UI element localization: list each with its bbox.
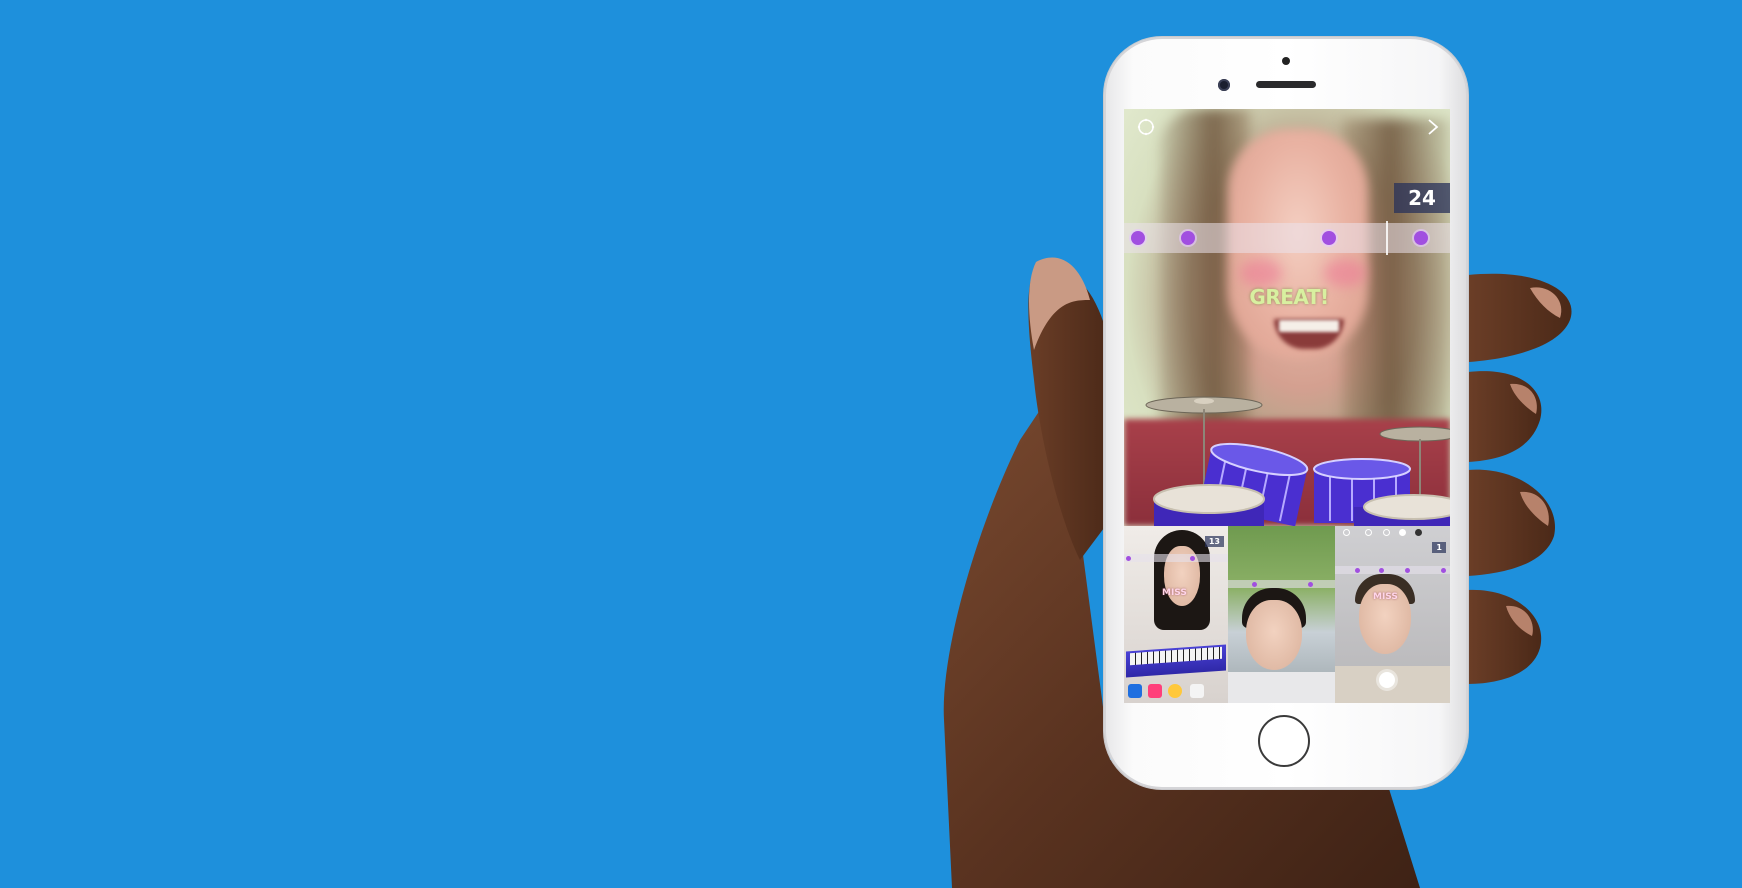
home-button[interactable] [1258,715,1310,767]
player-thumbnail[interactable]: 1 MISS [1335,526,1450,703]
thumb-score: 13 [1204,536,1224,547]
thumb-face [1246,600,1302,670]
thumb-beat-note [1308,582,1313,587]
chevron-right-icon[interactable] [1424,117,1442,137]
settings-icon[interactable] [1136,117,1156,137]
beat-note [1414,231,1428,245]
tool-icon [1399,529,1406,536]
thumb-beat-track [1228,580,1335,588]
thumb-toolbar [1335,528,1450,538]
beat-note [1131,231,1145,245]
beat-note [1181,231,1195,245]
thumb-beat-note [1252,582,1257,587]
thumb-beat-note [1379,568,1384,573]
thumb-beat-track [1124,554,1228,562]
tool-icon [1365,529,1372,536]
beat-track [1124,223,1450,253]
thumb-beat-note [1126,556,1131,561]
emoji-icon[interactable] [1168,684,1182,698]
thumb-beat-note [1355,568,1360,573]
emoji-icon[interactable] [1148,684,1162,698]
tool-icon [1343,529,1350,536]
thumb-shirt [1228,672,1335,703]
front-camera-icon [1218,79,1230,91]
app-screen: 24 GREAT! 13 MISS 1 MISS [1124,109,1450,703]
thumb-beat-track [1335,566,1450,574]
thumb-feedback: MISS [1373,592,1398,602]
tool-icon [1383,529,1390,536]
thumb-beat-note [1405,568,1410,573]
phone-device: 24 GREAT! 13 MISS 1 MISS [1104,37,1468,789]
player-thumbnail[interactable] [1228,526,1335,703]
earpiece-speaker [1256,81,1316,88]
record-button[interactable] [1379,672,1395,688]
beat-note [1322,231,1336,245]
ar-drum-kit [1145,396,1450,526]
keyboard-keys [1130,646,1222,666]
thumb-beat-note [1441,568,1446,573]
hit-feedback-text: GREAT! [1249,285,1329,309]
score-badge: 24 [1394,183,1450,213]
hand-illustration [943,257,1572,888]
blush-left [1240,259,1282,287]
multiplayer-thumbnails: 13 MISS 1 MISS [1124,526,1450,703]
thumb-beat-note [1190,556,1195,561]
ar-keyboard [1126,644,1226,678]
tool-icon [1415,529,1422,536]
emoji-row [1128,684,1220,700]
player-thumbnail[interactable]: 13 MISS [1124,526,1228,703]
emoji-icon[interactable] [1128,684,1142,698]
proximity-sensor [1282,57,1290,65]
blush-right [1324,259,1366,287]
beat-hit-line [1386,221,1388,255]
thumb-feedback: MISS [1162,588,1187,598]
emoji-icon[interactable] [1190,684,1204,698]
thumb-score: 1 [1432,542,1446,553]
marketing-stage: 24 GREAT! 13 MISS 1 MISS [0,0,1742,888]
main-camera-view: 24 GREAT! [1124,109,1450,526]
